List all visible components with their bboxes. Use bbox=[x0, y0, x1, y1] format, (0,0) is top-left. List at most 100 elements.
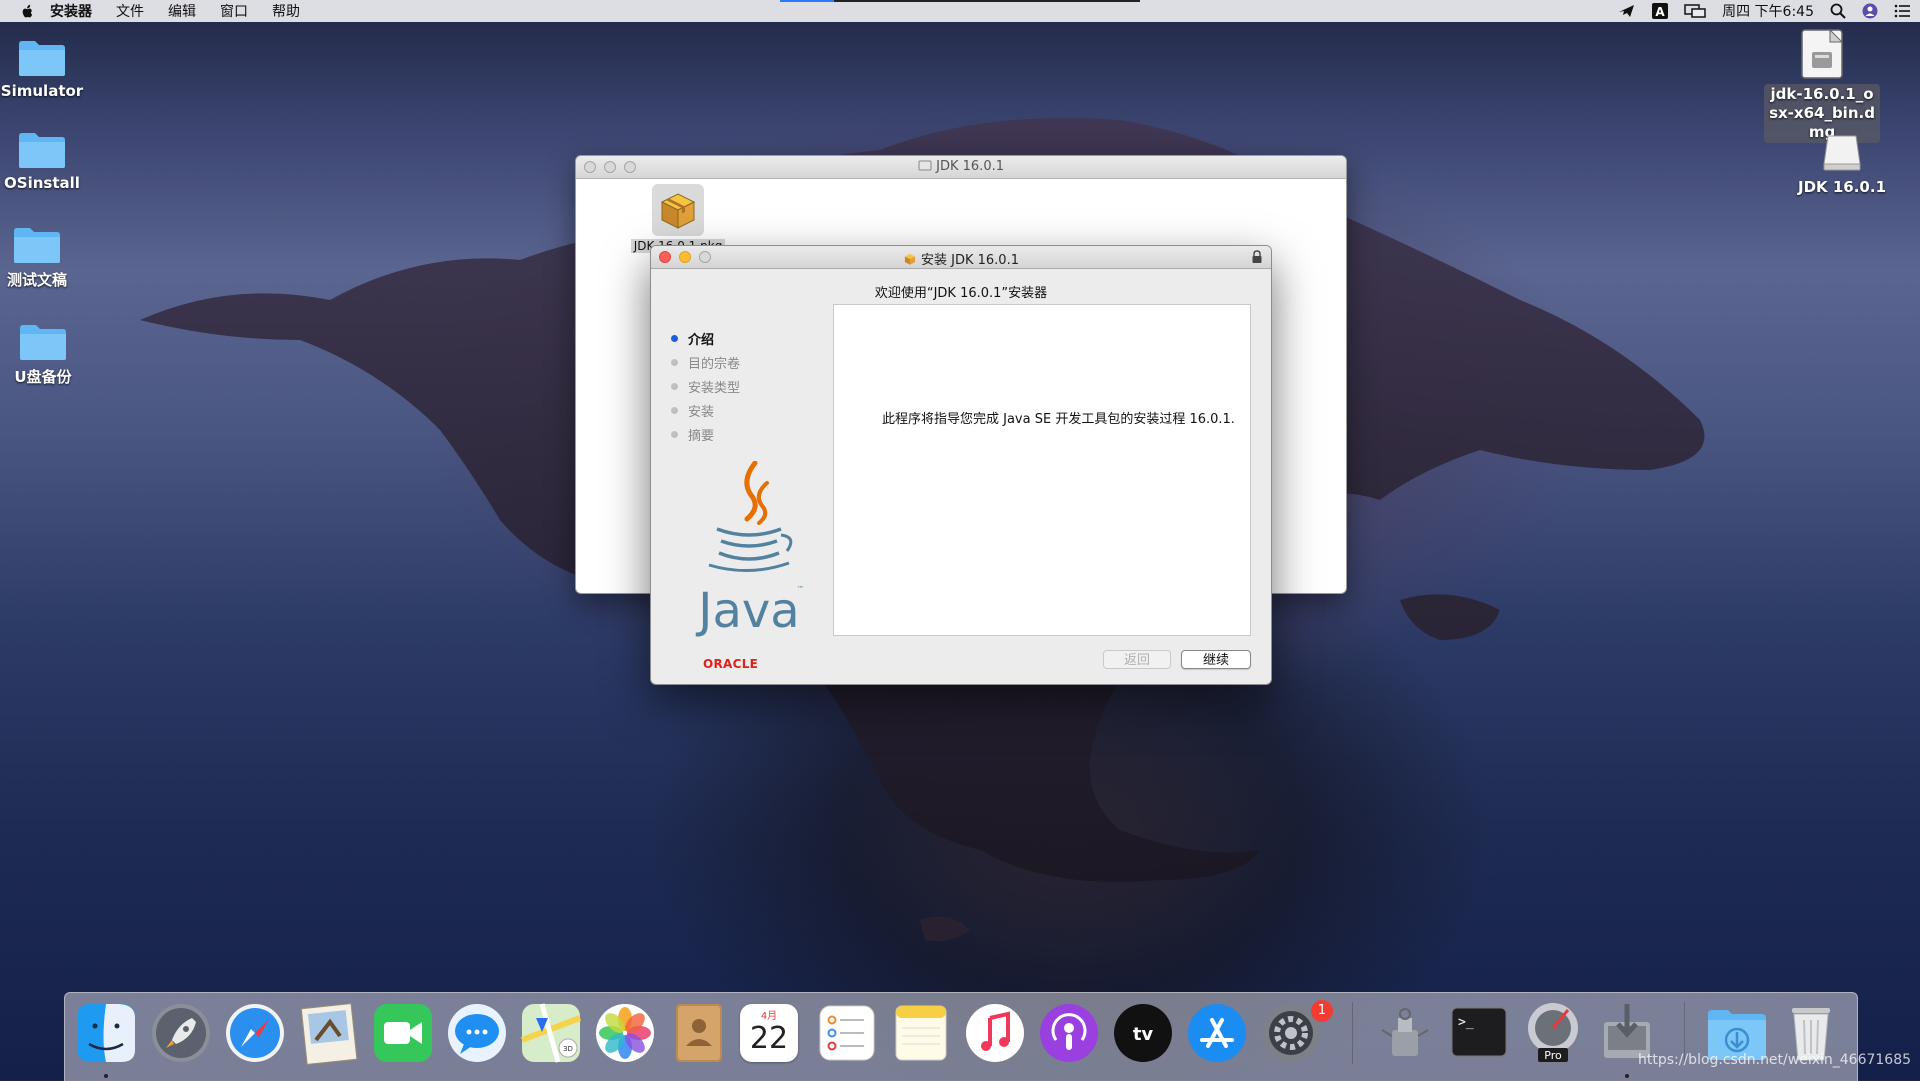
installer-content-pane: 此程序将指导您完成 Java SE 开发工具包的安装过程 16.0.1. bbox=[833, 304, 1251, 636]
archive-utility-icon[interactable] bbox=[1372, 1000, 1438, 1066]
java-logo: Java ™ bbox=[695, 461, 804, 639]
step-dot bbox=[671, 382, 678, 390]
app-store-icon[interactable] bbox=[1184, 1000, 1250, 1066]
maps-icon[interactable]: 3D bbox=[518, 1000, 584, 1066]
step-dot bbox=[671, 358, 678, 366]
installer-welcome-heading: 欢迎使用“JDK 16.0.1”安装器 bbox=[874, 286, 1048, 301]
desktop-icon-label: OSinstall bbox=[4, 174, 80, 192]
step-dot bbox=[671, 334, 678, 342]
desktop-dmg-file[interactable]: jdk-16.0.1_osx-x64_bin.dmg bbox=[1762, 28, 1882, 143]
step-label: 摘要 bbox=[688, 428, 715, 444]
svg-text:>_: >_ bbox=[1458, 1015, 1474, 1030]
desktop-icon-label: 测试文稿 bbox=[6, 271, 67, 289]
desktop-folder-usb-backup[interactable]: U盘备份 bbox=[0, 322, 98, 387]
installer-title-text: 安装 JDK 16.0.1 bbox=[921, 253, 1019, 268]
menu-clock[interactable]: 周四 下午6:45 bbox=[1722, 1, 1814, 21]
notes-icon[interactable] bbox=[888, 1000, 954, 1066]
folder-icon bbox=[19, 41, 65, 76]
folder-icon bbox=[14, 228, 60, 263]
desktop-folder-simulator[interactable]: Simulator bbox=[0, 38, 97, 100]
spotlight-search-icon[interactable] bbox=[1830, 3, 1846, 19]
finder-title-text: JDK 16.0.1 bbox=[936, 159, 1004, 174]
desktop-folder-test-docs[interactable]: 测试文稿 bbox=[0, 225, 92, 290]
step-label: 目的宗卷 bbox=[688, 356, 741, 372]
notification-badge: 1 bbox=[1311, 1000, 1333, 1022]
menu-bar: 安装器 文件 编辑 窗口 帮助 A 周四 下午6:45 bbox=[0, 0, 1920, 22]
oracle-logo: ORACLE bbox=[703, 657, 759, 671]
launchpad-icon[interactable] bbox=[148, 1000, 214, 1066]
svg-text:tv: tv bbox=[1133, 1024, 1154, 1045]
desktop-icon-label: U盘备份 bbox=[14, 368, 72, 386]
notification-center-icon[interactable] bbox=[1894, 4, 1910, 18]
pkg-file-item[interactable]: JDK 16.0.1.pkg bbox=[630, 184, 726, 253]
display-mirroring-icon[interactable] bbox=[1684, 3, 1706, 19]
desktop-folder-osinstall[interactable]: OSinstall bbox=[0, 130, 97, 192]
menu-help[interactable]: 帮助 bbox=[272, 1, 300, 21]
external-disk-icon bbox=[1823, 135, 1861, 171]
step-label: 介绍 bbox=[688, 332, 715, 348]
back-button[interactable]: 返回 bbox=[1103, 650, 1171, 669]
pro-label: Pro bbox=[1544, 1049, 1562, 1062]
step-summary: 摘要 bbox=[671, 422, 740, 446]
package-icon bbox=[904, 253, 916, 265]
calendar-day: 22 bbox=[749, 1021, 789, 1056]
installer-intro-message: 此程序将指导您完成 Java SE 开发工具包的安装过程 16.0.1. bbox=[882, 412, 1235, 427]
finder-window-title: JDK 16.0.1 bbox=[576, 159, 1346, 174]
finder-icon[interactable] bbox=[73, 1000, 139, 1066]
step-installation: 安装 bbox=[671, 398, 740, 422]
desktop-mounted-volume[interactable]: JDK 16.0.1 bbox=[1782, 130, 1902, 196]
download-progress-fill bbox=[780, 0, 834, 2]
disk-image-icon bbox=[1801, 28, 1844, 79]
step-introduction: 介绍 bbox=[671, 326, 740, 350]
safari-icon[interactable] bbox=[222, 1000, 288, 1066]
mail-icon[interactable] bbox=[296, 1000, 362, 1066]
step-label: 安装类型 bbox=[688, 380, 741, 396]
menu-file[interactable]: 文件 bbox=[116, 1, 144, 21]
installer-window-title: 安装 JDK 16.0.1 bbox=[651, 249, 1271, 268]
lock-icon[interactable] bbox=[1251, 250, 1263, 264]
java-wordmark: Java bbox=[695, 583, 799, 639]
input-source-icon[interactable]: A bbox=[1652, 3, 1669, 19]
apple-menu-icon[interactable] bbox=[18, 2, 36, 20]
folder-icon bbox=[20, 325, 66, 360]
desktop-icon-label: Simulator bbox=[0, 82, 84, 100]
step-installation-type: 安装类型 bbox=[671, 374, 740, 398]
download-progress-bar bbox=[780, 0, 1140, 2]
step-label: 安装 bbox=[688, 404, 715, 420]
running-indicator bbox=[104, 1074, 108, 1078]
disk-icon bbox=[918, 160, 932, 171]
airplane-status-icon[interactable] bbox=[1618, 3, 1636, 19]
podcasts-icon[interactable] bbox=[1036, 1000, 1102, 1066]
facetime-icon[interactable] bbox=[370, 1000, 436, 1066]
user-avatar-icon[interactable] bbox=[1862, 3, 1878, 19]
music-icon[interactable] bbox=[962, 1000, 1028, 1066]
installer-window: 安装 JDK 16.0.1 欢迎使用“JDK 16.0.1”安装器 介绍 目的宗… bbox=[650, 245, 1272, 685]
installer-title-bar[interactable]: 安装 JDK 16.0.1 bbox=[651, 246, 1271, 269]
svg-text:A: A bbox=[1655, 5, 1665, 19]
terminal-icon[interactable]: >_ bbox=[1446, 1000, 1512, 1066]
menu-edit[interactable]: 编辑 bbox=[168, 1, 196, 21]
calendar-month: 4月 bbox=[760, 1011, 778, 1022]
svg-text:3D: 3D bbox=[563, 1045, 573, 1053]
continue-button[interactable]: 继续 bbox=[1181, 650, 1251, 669]
apple-tv-icon[interactable]: tv bbox=[1110, 1000, 1176, 1066]
reminders-icon[interactable] bbox=[814, 1000, 880, 1066]
package-icon bbox=[652, 184, 704, 236]
menu-app-name[interactable]: 安装器 bbox=[50, 1, 92, 21]
installer-steps: 介绍 目的宗卷 安装类型 安装 摘要 bbox=[671, 326, 740, 446]
running-indicator bbox=[1625, 1074, 1629, 1078]
menu-window[interactable]: 窗口 bbox=[220, 1, 248, 21]
contacts-icon[interactable] bbox=[666, 1000, 732, 1066]
watermark-text: https://blog.csdn.net/weixin_46671685 bbox=[1638, 1052, 1912, 1068]
finder-title-bar[interactable]: JDK 16.0.1 bbox=[576, 156, 1346, 179]
step-dot bbox=[671, 430, 678, 438]
dock-separator bbox=[1352, 1002, 1353, 1064]
volume-label: JDK 16.0.1 bbox=[1797, 178, 1887, 196]
step-dot bbox=[671, 406, 678, 414]
step-destination: 目的宗卷 bbox=[671, 350, 740, 374]
messages-icon[interactable] bbox=[444, 1000, 510, 1066]
calendar-icon[interactable]: 4月 22 bbox=[740, 1004, 798, 1062]
photos-icon[interactable] bbox=[592, 1000, 658, 1066]
folder-icon bbox=[19, 133, 65, 168]
instruments-pro-icon[interactable]: Pro bbox=[1520, 1000, 1586, 1066]
